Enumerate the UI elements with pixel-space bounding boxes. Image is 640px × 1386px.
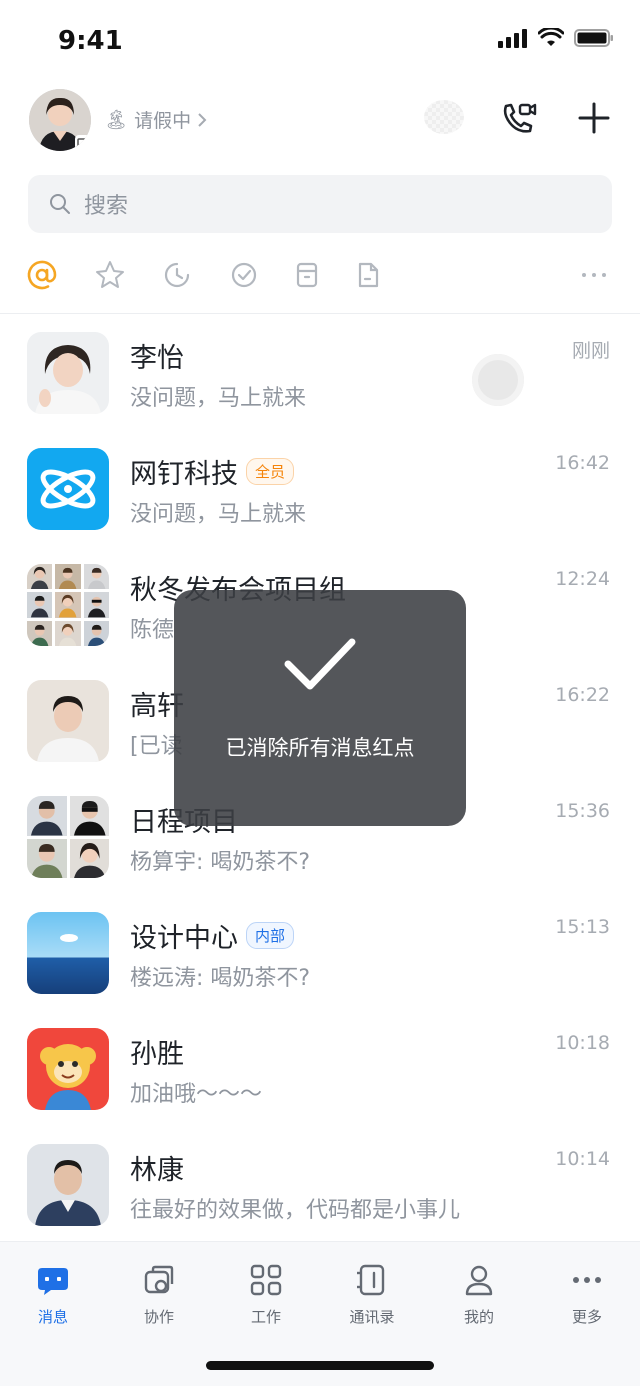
search-input[interactable]: 搜索 (28, 175, 612, 233)
more-dots-icon[interactable] (577, 258, 611, 292)
chat-item[interactable]: 李怡 没问题，马上就来 刚刚 (0, 316, 640, 432)
checkmark-icon (284, 638, 356, 690)
chat-preview: 没问题，马上就来 (130, 502, 307, 527)
status-bar: 9:41 (0, 0, 640, 80)
signal-icon (498, 29, 527, 48)
doc-icon[interactable] (351, 258, 385, 292)
touch-indicator (472, 354, 524, 406)
my-avatar[interactable] (29, 89, 91, 151)
group-avatar (27, 564, 109, 646)
chat-name: 网钉科技 全员 (130, 452, 295, 491)
phone-video-icon (503, 103, 537, 133)
tab-work[interactable]: 工作 (226, 1260, 306, 1327)
chat-time: 16:42 (555, 452, 610, 474)
contacts-icon (357, 1264, 385, 1296)
clock-icon[interactable] (160, 258, 194, 292)
chat-time: 10:18 (555, 1032, 610, 1054)
tab-more[interactable]: 更多 (547, 1260, 627, 1327)
tab-messages[interactable]: 消息 (13, 1260, 93, 1327)
chat-preview: 杨算宇: 喝奶茶不? (130, 850, 311, 875)
chat-time: 刚刚 (571, 340, 610, 362)
collab-icon (144, 1265, 174, 1294)
chat-preview: 往最好的效果做，代码都是小事儿 (130, 1198, 461, 1223)
plus-icon (578, 102, 610, 134)
tab-label: 协作 (143, 1308, 174, 1326)
chat-item[interactable]: 网钉科技 全员 没问题，马上就来 16:42 (0, 432, 640, 548)
wifi-icon (538, 28, 564, 46)
user-status[interactable]: 🏝 请假中 (104, 106, 207, 133)
chat-time: 12:24 (555, 568, 610, 590)
chat-avatar (27, 680, 109, 762)
chat-item[interactable]: 林康 往最好的效果做，代码都是小事儿 10:14 (0, 1128, 640, 1244)
archive-icon[interactable] (290, 258, 324, 292)
chat-name: 李怡 (130, 343, 184, 374)
chat-item[interactable]: 设计中心 内部 楼远涛: 喝奶茶不? 15:13 (0, 896, 640, 1012)
chat-preview: 没问题，马上就来 (130, 386, 307, 411)
chat-avatar (27, 1144, 109, 1226)
search-placeholder: 搜索 (84, 194, 129, 219)
header-divider (0, 313, 640, 314)
more-icon (573, 1277, 601, 1283)
chat-avatar (27, 448, 109, 530)
chat-item[interactable]: 孙胜 加油哦～～～ 10:18 (0, 1012, 640, 1128)
star-icon[interactable] (93, 258, 127, 292)
add-button[interactable] (574, 98, 614, 138)
chat-avatar (27, 332, 109, 414)
group-avatar (27, 796, 109, 878)
status-text: 请假中 (134, 110, 192, 132)
tab-label: 通讯录 (349, 1308, 395, 1326)
tab-label: 消息 (37, 1308, 68, 1326)
chat-time: 10:14 (555, 1148, 610, 1170)
island-icon: 🏝 (104, 109, 129, 131)
status-time: 9:41 (58, 26, 123, 56)
chat-time: 15:36 (555, 800, 610, 822)
chat-name: 孙胜 (130, 1039, 184, 1070)
tab-collab[interactable]: 协作 (119, 1260, 199, 1327)
message-icon (38, 1268, 68, 1295)
at-icon[interactable] (25, 258, 59, 292)
profile-icon (465, 1265, 493, 1296)
filter-row (0, 248, 640, 302)
tab-profile[interactable]: 我的 (439, 1260, 519, 1327)
chevron-right-icon (198, 112, 207, 127)
tab-label: 更多 (571, 1308, 602, 1326)
chat-name: 设计中心 内部 (130, 916, 295, 955)
chat-time: 15:13 (555, 916, 610, 938)
device-badge-icon (75, 135, 91, 151)
chat-name: 林康 (130, 1155, 184, 1186)
battery-icon (574, 29, 613, 47)
tab-label: 工作 (250, 1308, 281, 1326)
toast: 已消除所有消息红点 (174, 590, 466, 826)
chat-avatar (27, 1028, 109, 1110)
all-members-tag: 全员 (246, 458, 295, 485)
internal-tag: 内部 (246, 922, 295, 949)
video-call-button[interactable] (498, 99, 538, 139)
home-indicator (206, 1361, 434, 1370)
chat-avatar (27, 912, 109, 994)
check-circle-icon[interactable] (227, 258, 261, 292)
search-icon (50, 194, 70, 214)
grid-icon (250, 1264, 282, 1296)
top-bar: 🏝 请假中 (0, 86, 640, 156)
tab-contacts[interactable]: 通讯录 (332, 1260, 412, 1327)
placeholder-bubble (424, 100, 464, 134)
chat-preview: 加油哦～～～ (130, 1082, 263, 1107)
chat-time: 16:22 (555, 684, 610, 706)
chat-preview: 楼远涛: 喝奶茶不? (130, 966, 311, 991)
chat-preview: 陈德 (130, 618, 175, 643)
toast-text: 已消除所有消息红点 (225, 736, 415, 760)
tab-label: 我的 (463, 1308, 494, 1326)
